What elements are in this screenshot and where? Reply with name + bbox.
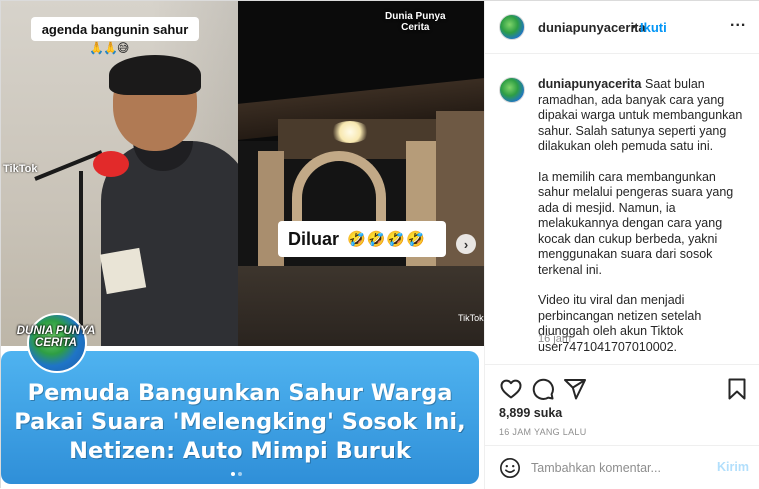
- caption-paragraph-2: Ia memilih cara membangunkan sahur melal…: [538, 169, 734, 277]
- header-username[interactable]: duniapunyacerita: [538, 20, 646, 35]
- caption-area: duniapunyacerita Saat bulan ramadhan, ad…: [485, 55, 759, 365]
- video-frame-left: agenda bangunin sahur 🙏🙏😅 TikTok: [1, 1, 238, 346]
- caption-avatar[interactable]: [499, 77, 525, 103]
- smiley-icon[interactable]: [499, 457, 521, 479]
- carousel-dot: [231, 472, 235, 476]
- headline-line-3: Netizen: Auto Mimpi Buruk: [69, 438, 411, 464]
- likes-count[interactable]: 8,899 suka: [499, 406, 562, 420]
- carousel-next-button[interactable]: ›: [456, 234, 476, 254]
- comment-bar: Kirim: [485, 445, 759, 489]
- send-comment-button[interactable]: Kirim: [717, 460, 749, 474]
- outside-caption: Diluar 🤣🤣🤣🤣: [278, 221, 446, 257]
- comment-input[interactable]: [531, 459, 711, 477]
- headline-line-1: Pemuda Bangunkan Sahur Warga: [27, 380, 453, 406]
- brand-line-1: Dunia Punya: [385, 11, 446, 22]
- left-video-emoji: 🙏🙏😅: [89, 41, 129, 55]
- carousel-dots: [231, 472, 242, 476]
- share-icon[interactable]: [563, 377, 587, 401]
- caption-timestamp: 16 jam: [538, 333, 572, 345]
- chevron-right-icon: ›: [463, 236, 469, 252]
- video-frame-right: Dunia Punya Cerita Diluar 🤣🤣🤣🤣 TikTok: [238, 1, 484, 346]
- person-hair: [109, 55, 201, 95]
- header-separator: •: [631, 19, 636, 34]
- microphone-icon: [93, 151, 129, 177]
- post-media[interactable]: agenda bangunin sahur 🙏🙏😅 TikTok Dunia P: [1, 1, 484, 489]
- tiktok-watermark-right: TikTok: [458, 313, 484, 323]
- carousel-dot: [238, 472, 242, 476]
- post-header: duniapunyacerita • Ikuti ...: [485, 1, 759, 54]
- bookmark-icon[interactable]: [725, 377, 749, 401]
- post-sidebar: duniapunyacerita • Ikuti ... duniapunyac…: [484, 1, 759, 489]
- courtyard-floor: [238, 266, 484, 346]
- follow-button[interactable]: Ikuti: [640, 20, 667, 35]
- caption-username[interactable]: duniapunyacerita: [538, 77, 642, 91]
- more-options-icon[interactable]: ...: [730, 13, 746, 31]
- outside-label: Diluar: [288, 228, 340, 249]
- globe-text-line-1: DUNIA PUNYA: [16, 325, 96, 337]
- brand-line-2: Cerita: [401, 22, 430, 33]
- tiktok-watermark-left: TikTok: [3, 163, 38, 175]
- mosque-arch: [292, 151, 386, 223]
- instagram-post: agenda bangunin sahur 🙏🙏😅 TikTok Dunia P: [0, 0, 759, 489]
- action-bar: 8,899 suka 16 JAM YANG LALU: [485, 364, 759, 454]
- ceiling-light: [330, 121, 370, 143]
- globe-logo-text: DUNIA PUNYA CERITA: [13, 325, 99, 349]
- caption-paragraph-3: Video itu viral dan menjadi perbincangan…: [538, 293, 702, 354]
- headline-text: Pemuda Bangunkan Sahur Warga Pakai Suara…: [1, 379, 479, 466]
- brand-watermark: Dunia Punya Cerita: [385, 11, 446, 33]
- laughing-emoji: 🤣🤣🤣🤣: [347, 231, 426, 248]
- left-video-caption: agenda bangunin sahur: [31, 17, 199, 41]
- globe-logo: DUNIA PUNYA CERITA: [13, 313, 99, 379]
- posted-time: 16 JAM YANG LALU: [499, 427, 587, 437]
- paper-stack: [99, 247, 147, 295]
- caption-text: duniapunyacerita Saat bulan ramadhan, ad…: [538, 77, 750, 370]
- avatar[interactable]: [499, 14, 525, 40]
- comment-icon[interactable]: [531, 377, 555, 401]
- headline-line-2: Pakai Suara 'Melengking' Sosok Ini,: [14, 409, 466, 435]
- heart-icon[interactable]: [499, 377, 523, 401]
- globe-text-line-2: CERITA: [35, 337, 77, 349]
